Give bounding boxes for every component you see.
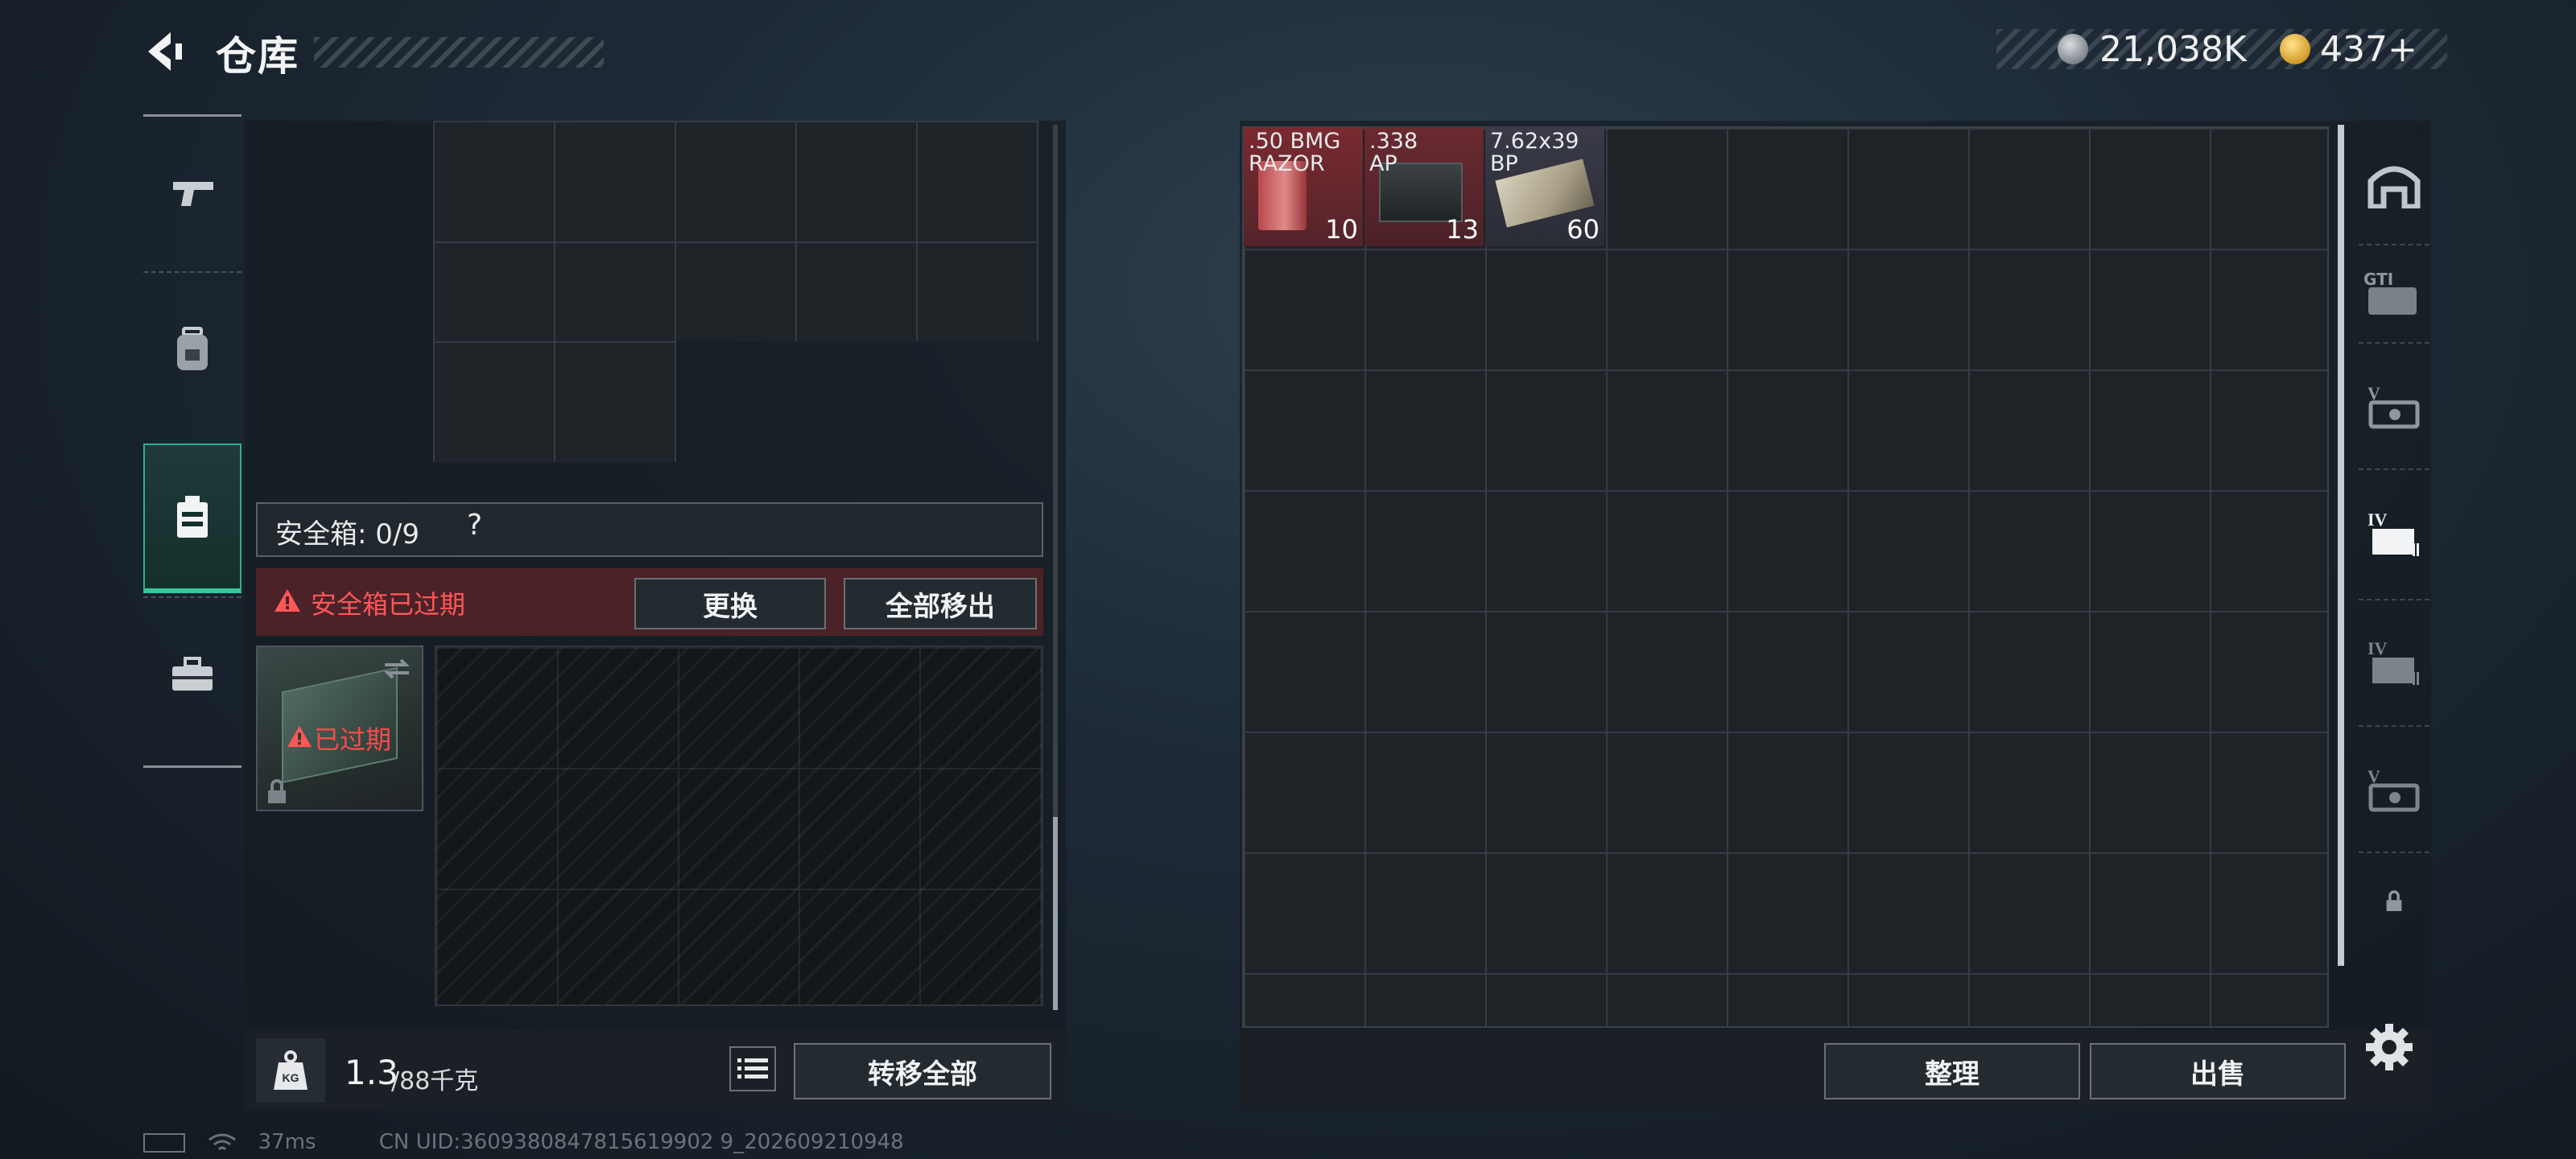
lock-icon (2386, 890, 2402, 911)
remove-all-button[interactable]: 全部移出 (844, 578, 1037, 629)
title-decoration (314, 37, 604, 68)
item-count: 10 (1325, 214, 1358, 245)
case-expired-label: 已过期 (314, 724, 392, 755)
wifi-icon (208, 1133, 237, 1153)
stash-item-762x39bp[interactable]: 7.62x39 BP 60 (1485, 127, 1604, 246)
item-count: 13 (1446, 214, 1479, 245)
backpack-icon (177, 327, 208, 370)
stash-item-338ap[interactable]: .338 AP 13 (1364, 127, 1484, 246)
stash-tab-gti[interactable]: GTI (2359, 245, 2429, 344)
item-name: .338 AP (1369, 129, 1418, 176)
expired-warning-icon (287, 725, 312, 748)
stash-tab-4b[interactable]: IV (2359, 600, 2429, 727)
stash-item-50bmg[interactable]: .50 BMG RAZOR 10 (1244, 127, 1363, 246)
container-grid-upper[interactable] (433, 121, 1038, 341)
stash-tab-5b[interactable]: V (2359, 727, 2429, 853)
gear-icon (2366, 1024, 2413, 1070)
warning-icon (275, 589, 300, 612)
swap-icon (384, 658, 410, 679)
safebox-icon (177, 496, 208, 538)
safebox-grid-disabled (435, 645, 1043, 1006)
container-grid-lower[interactable] (433, 341, 676, 462)
item-name: .50 BMG RAZOR (1249, 129, 1341, 176)
safebox-capacity: 安全箱: 0/9 (275, 518, 419, 551)
list-view-button[interactable] (729, 1046, 776, 1091)
back-arrow-icon (148, 32, 182, 71)
item-name: 7.62x39 BP (1490, 129, 1579, 176)
status-bar: 37ms CN UID:3609380847815619902 9_202609… (143, 1130, 904, 1159)
stash-scrollbar[interactable] (2338, 125, 2344, 966)
replace-button[interactable]: 更换 (634, 578, 826, 629)
currency-primary: 21,038K (2099, 29, 2247, 70)
svg-text:V: V (2368, 766, 2380, 786)
gold-coin-icon (2280, 34, 2310, 64)
coin-icon (2058, 34, 2088, 64)
nav-safebox[interactable] (143, 443, 242, 593)
case-iv-icon: IV (2368, 509, 2419, 556)
gti-label: GTI (2363, 270, 2394, 289)
case-v-icon: V (2368, 766, 2420, 811)
stash-tab-home[interactable] (2359, 125, 2429, 245)
weight-max: /88千克 (391, 1067, 479, 1095)
battery-icon (143, 1132, 185, 1153)
svg-text:IV: IV (2368, 638, 2388, 658)
case-iv-icon: IV (2368, 638, 2419, 685)
gti-case-icon: GTI (2363, 270, 2425, 318)
stash-tab-nav: GTI V IV IV V (2359, 125, 2429, 1006)
safebox-case-item[interactable]: 已过期 (256, 645, 423, 811)
svg-text:IV: IV (2368, 509, 2388, 530)
nav-backpack[interactable] (143, 271, 242, 426)
weight-icon-box: KG (256, 1038, 325, 1103)
sell-button[interactable]: 出售 (2090, 1043, 2346, 1099)
weight-current: 1.3 (345, 1053, 398, 1092)
back-button[interactable] (143, 29, 184, 74)
expired-warning-text: 安全箱已过期 (311, 589, 466, 620)
settings-button[interactable] (2363, 1019, 2415, 1075)
lock-icon (268, 779, 286, 803)
nav-toolbox[interactable] (143, 596, 242, 751)
left-category-nav (143, 114, 242, 768)
weight-kg-icon: KG (274, 1050, 308, 1090)
currency-secondary: 437+ (2320, 29, 2417, 70)
pistol-icon (173, 182, 213, 206)
stash-tab-5[interactable]: V (2359, 344, 2429, 470)
stash-tab-locked[interactable] (2359, 853, 2429, 950)
item-count: 60 (1567, 214, 1600, 245)
sort-button[interactable]: 整理 (1824, 1043, 2080, 1099)
list-icon (737, 1058, 768, 1079)
transfer-all-button[interactable]: 转移全部 (794, 1043, 1051, 1099)
nav-weapons[interactable] (143, 117, 242, 270)
help-button[interactable]: ? (467, 509, 482, 542)
ping-text: 37ms (258, 1130, 316, 1154)
uid-text: CN UID:3609380847815619902 9_20260921094… (378, 1130, 904, 1154)
page-title: 仓库 (216, 33, 299, 80)
stash-tab-4-active[interactable]: IV (2359, 470, 2429, 600)
stash-grid[interactable] (1242, 126, 2329, 1028)
toolbox-icon (172, 657, 213, 691)
left-scroll-thumb[interactable] (1053, 817, 1058, 1010)
svg-text:V: V (2368, 383, 2380, 403)
svg-text:KG: KG (283, 1071, 299, 1084)
currency-bar: 21,038K 437+ (1996, 29, 2447, 70)
case-v-icon: V (2368, 383, 2420, 428)
house-icon (2368, 166, 2421, 208)
